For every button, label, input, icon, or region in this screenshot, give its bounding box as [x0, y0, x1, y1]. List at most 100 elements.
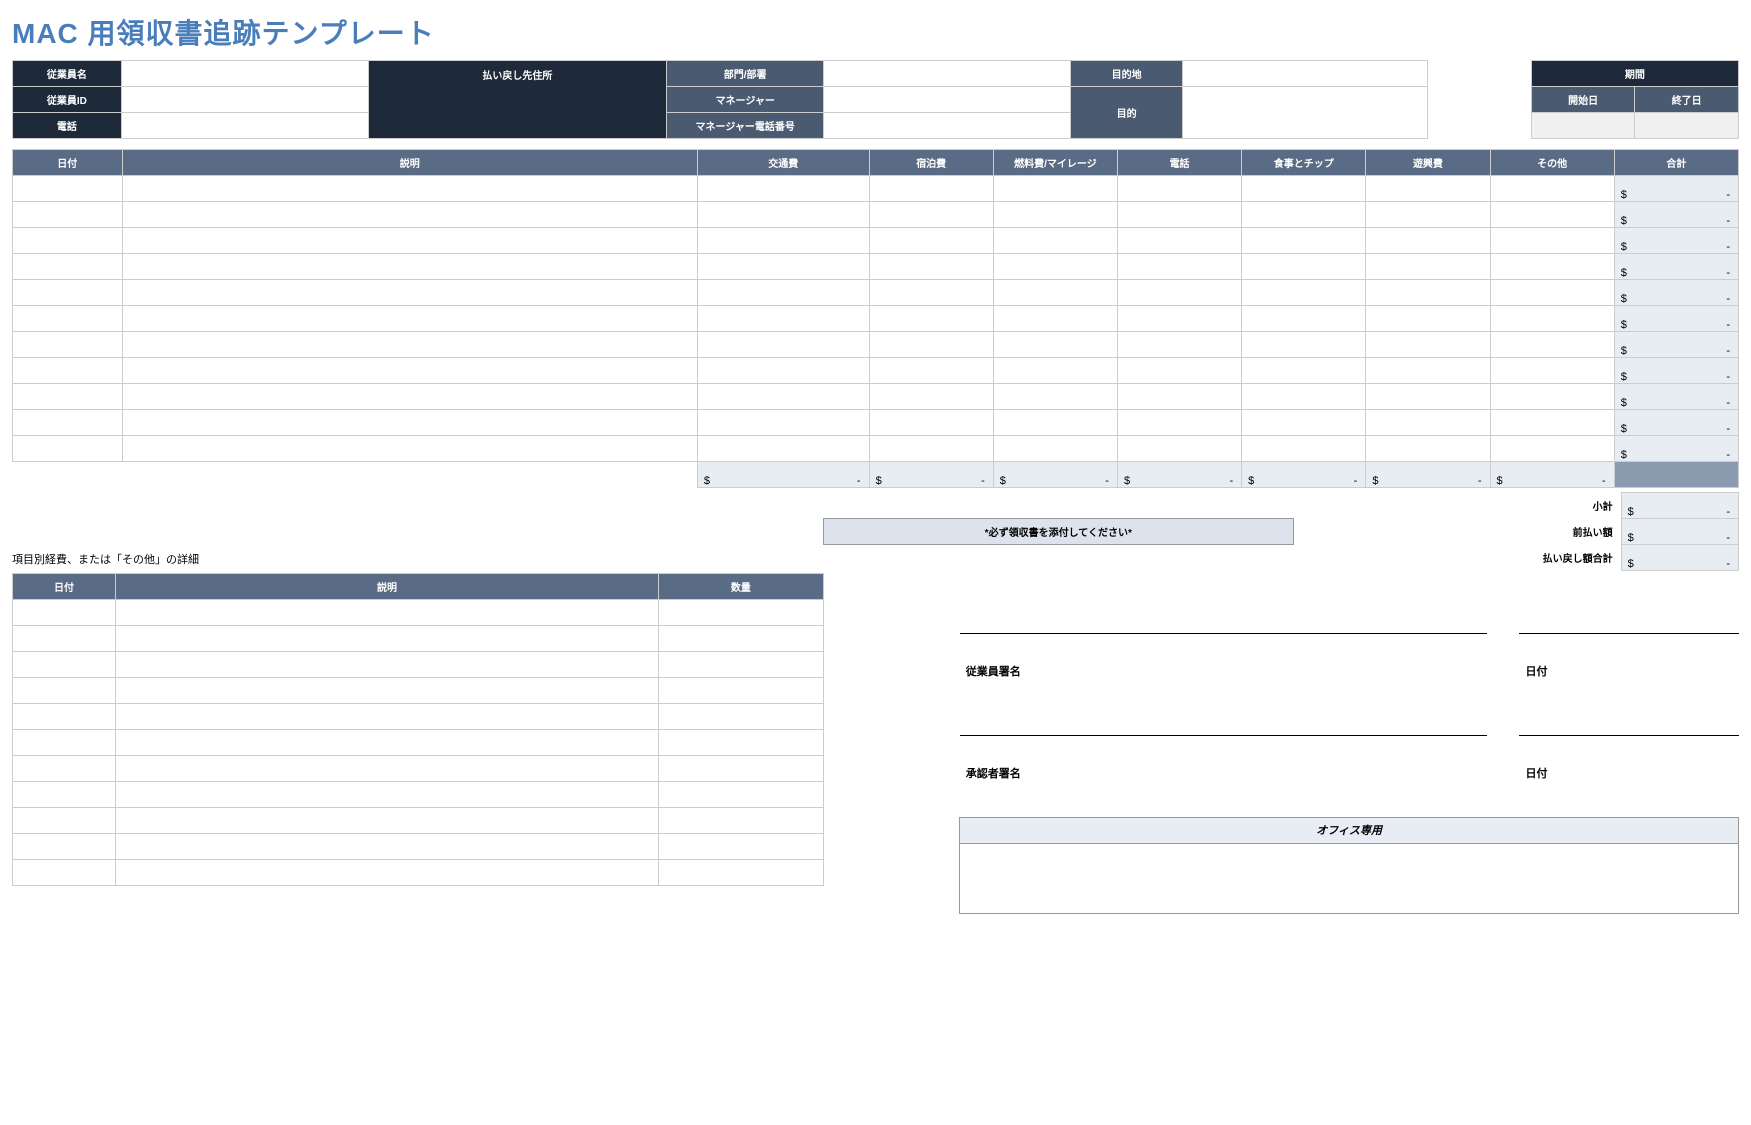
expense-cell[interactable]	[1366, 280, 1490, 306]
expense-cell[interactable]	[1242, 228, 1366, 254]
itemized-cell[interactable]	[115, 756, 658, 782]
itemized-cell[interactable]	[659, 600, 824, 626]
value-advance[interactable]: $-	[1621, 519, 1738, 545]
expense-cell[interactable]	[122, 280, 697, 306]
itemized-cell[interactable]	[659, 626, 824, 652]
expense-cell[interactable]	[993, 358, 1117, 384]
expense-cell[interactable]	[1490, 358, 1614, 384]
expense-cell[interactable]	[993, 176, 1117, 202]
expense-cell[interactable]	[1242, 410, 1366, 436]
expense-cell[interactable]	[13, 254, 123, 280]
expense-cell[interactable]	[869, 410, 993, 436]
expense-cell[interactable]	[13, 332, 123, 358]
itemized-cell[interactable]	[115, 730, 658, 756]
expense-cell[interactable]	[1366, 358, 1490, 384]
office-only-box[interactable]	[960, 843, 1739, 913]
expense-cell[interactable]	[993, 410, 1117, 436]
expense-cell[interactable]	[13, 410, 123, 436]
expense-cell[interactable]	[697, 280, 869, 306]
expense-cell[interactable]	[13, 176, 123, 202]
expense-cell[interactable]	[697, 384, 869, 410]
expense-cell[interactable]	[869, 358, 993, 384]
expense-cell[interactable]	[993, 254, 1117, 280]
itemized-cell[interactable]	[115, 860, 658, 886]
expense-cell[interactable]	[869, 202, 993, 228]
expense-cell[interactable]	[1117, 254, 1241, 280]
itemized-cell[interactable]	[13, 782, 116, 808]
expense-cell[interactable]	[1117, 436, 1241, 462]
itemized-cell[interactable]	[13, 756, 116, 782]
expense-cell[interactable]	[993, 306, 1117, 332]
itemized-cell[interactable]	[659, 704, 824, 730]
expense-cell[interactable]	[1117, 306, 1241, 332]
expense-cell[interactable]	[1242, 384, 1366, 410]
approver-signature-line[interactable]	[960, 735, 1487, 761]
expense-cell[interactable]	[122, 176, 697, 202]
itemized-cell[interactable]	[115, 704, 658, 730]
expense-cell[interactable]	[869, 228, 993, 254]
itemized-cell[interactable]	[659, 834, 824, 860]
expense-cell[interactable]	[1117, 228, 1241, 254]
expense-cell[interactable]	[697, 202, 869, 228]
expense-cell[interactable]	[1117, 176, 1241, 202]
expense-cell[interactable]	[13, 202, 123, 228]
expense-cell[interactable]	[1366, 384, 1490, 410]
itemized-cell[interactable]	[13, 678, 116, 704]
expense-cell[interactable]	[1490, 202, 1614, 228]
expense-cell[interactable]	[869, 332, 993, 358]
expense-cell[interactable]	[122, 436, 697, 462]
expense-cell[interactable]	[122, 202, 697, 228]
expense-cell[interactable]	[122, 384, 697, 410]
expense-cell[interactable]	[1366, 332, 1490, 358]
expense-cell[interactable]	[1117, 202, 1241, 228]
expense-cell[interactable]	[13, 358, 123, 384]
expense-cell[interactable]	[993, 332, 1117, 358]
expense-cell[interactable]	[697, 306, 869, 332]
itemized-cell[interactable]	[115, 834, 658, 860]
itemized-cell[interactable]	[659, 808, 824, 834]
itemized-cell[interactable]	[13, 704, 116, 730]
input-start-date[interactable]	[1531, 113, 1635, 139]
expense-cell[interactable]	[697, 436, 869, 462]
expense-cell[interactable]	[1490, 280, 1614, 306]
expense-cell[interactable]	[1117, 410, 1241, 436]
input-employee-id[interactable]	[121, 87, 368, 113]
expense-cell[interactable]	[1117, 332, 1241, 358]
expense-cell[interactable]	[13, 306, 123, 332]
expense-cell[interactable]	[122, 228, 697, 254]
itemized-cell[interactable]	[13, 808, 116, 834]
expense-cell[interactable]	[13, 384, 123, 410]
expense-cell[interactable]	[1490, 254, 1614, 280]
expense-cell[interactable]	[1490, 436, 1614, 462]
expense-cell[interactable]	[993, 228, 1117, 254]
expense-cell[interactable]	[869, 254, 993, 280]
expense-cell[interactable]	[1366, 202, 1490, 228]
expense-cell[interactable]	[1366, 228, 1490, 254]
itemized-cell[interactable]	[115, 652, 658, 678]
itemized-cell[interactable]	[115, 782, 658, 808]
expense-cell[interactable]	[1366, 436, 1490, 462]
employee-signature-line[interactable]	[960, 633, 1487, 659]
expense-cell[interactable]	[869, 436, 993, 462]
expense-cell[interactable]	[1366, 306, 1490, 332]
expense-cell[interactable]	[1242, 176, 1366, 202]
expense-cell[interactable]	[1490, 332, 1614, 358]
input-manager[interactable]	[824, 87, 1071, 113]
expense-cell[interactable]	[1117, 280, 1241, 306]
itemized-cell[interactable]	[13, 834, 116, 860]
input-dept[interactable]	[824, 61, 1071, 87]
itemized-cell[interactable]	[659, 782, 824, 808]
expense-cell[interactable]	[1117, 384, 1241, 410]
expense-cell[interactable]	[122, 306, 697, 332]
expense-cell[interactable]	[1242, 332, 1366, 358]
expense-cell[interactable]	[1490, 384, 1614, 410]
expense-cell[interactable]	[1490, 176, 1614, 202]
expense-cell[interactable]	[122, 410, 697, 436]
expense-cell[interactable]	[1366, 176, 1490, 202]
expense-cell[interactable]	[1366, 410, 1490, 436]
itemized-cell[interactable]	[659, 678, 824, 704]
expense-cell[interactable]	[1242, 306, 1366, 332]
expense-cell[interactable]	[1242, 358, 1366, 384]
itemized-cell[interactable]	[659, 860, 824, 886]
expense-cell[interactable]	[869, 306, 993, 332]
